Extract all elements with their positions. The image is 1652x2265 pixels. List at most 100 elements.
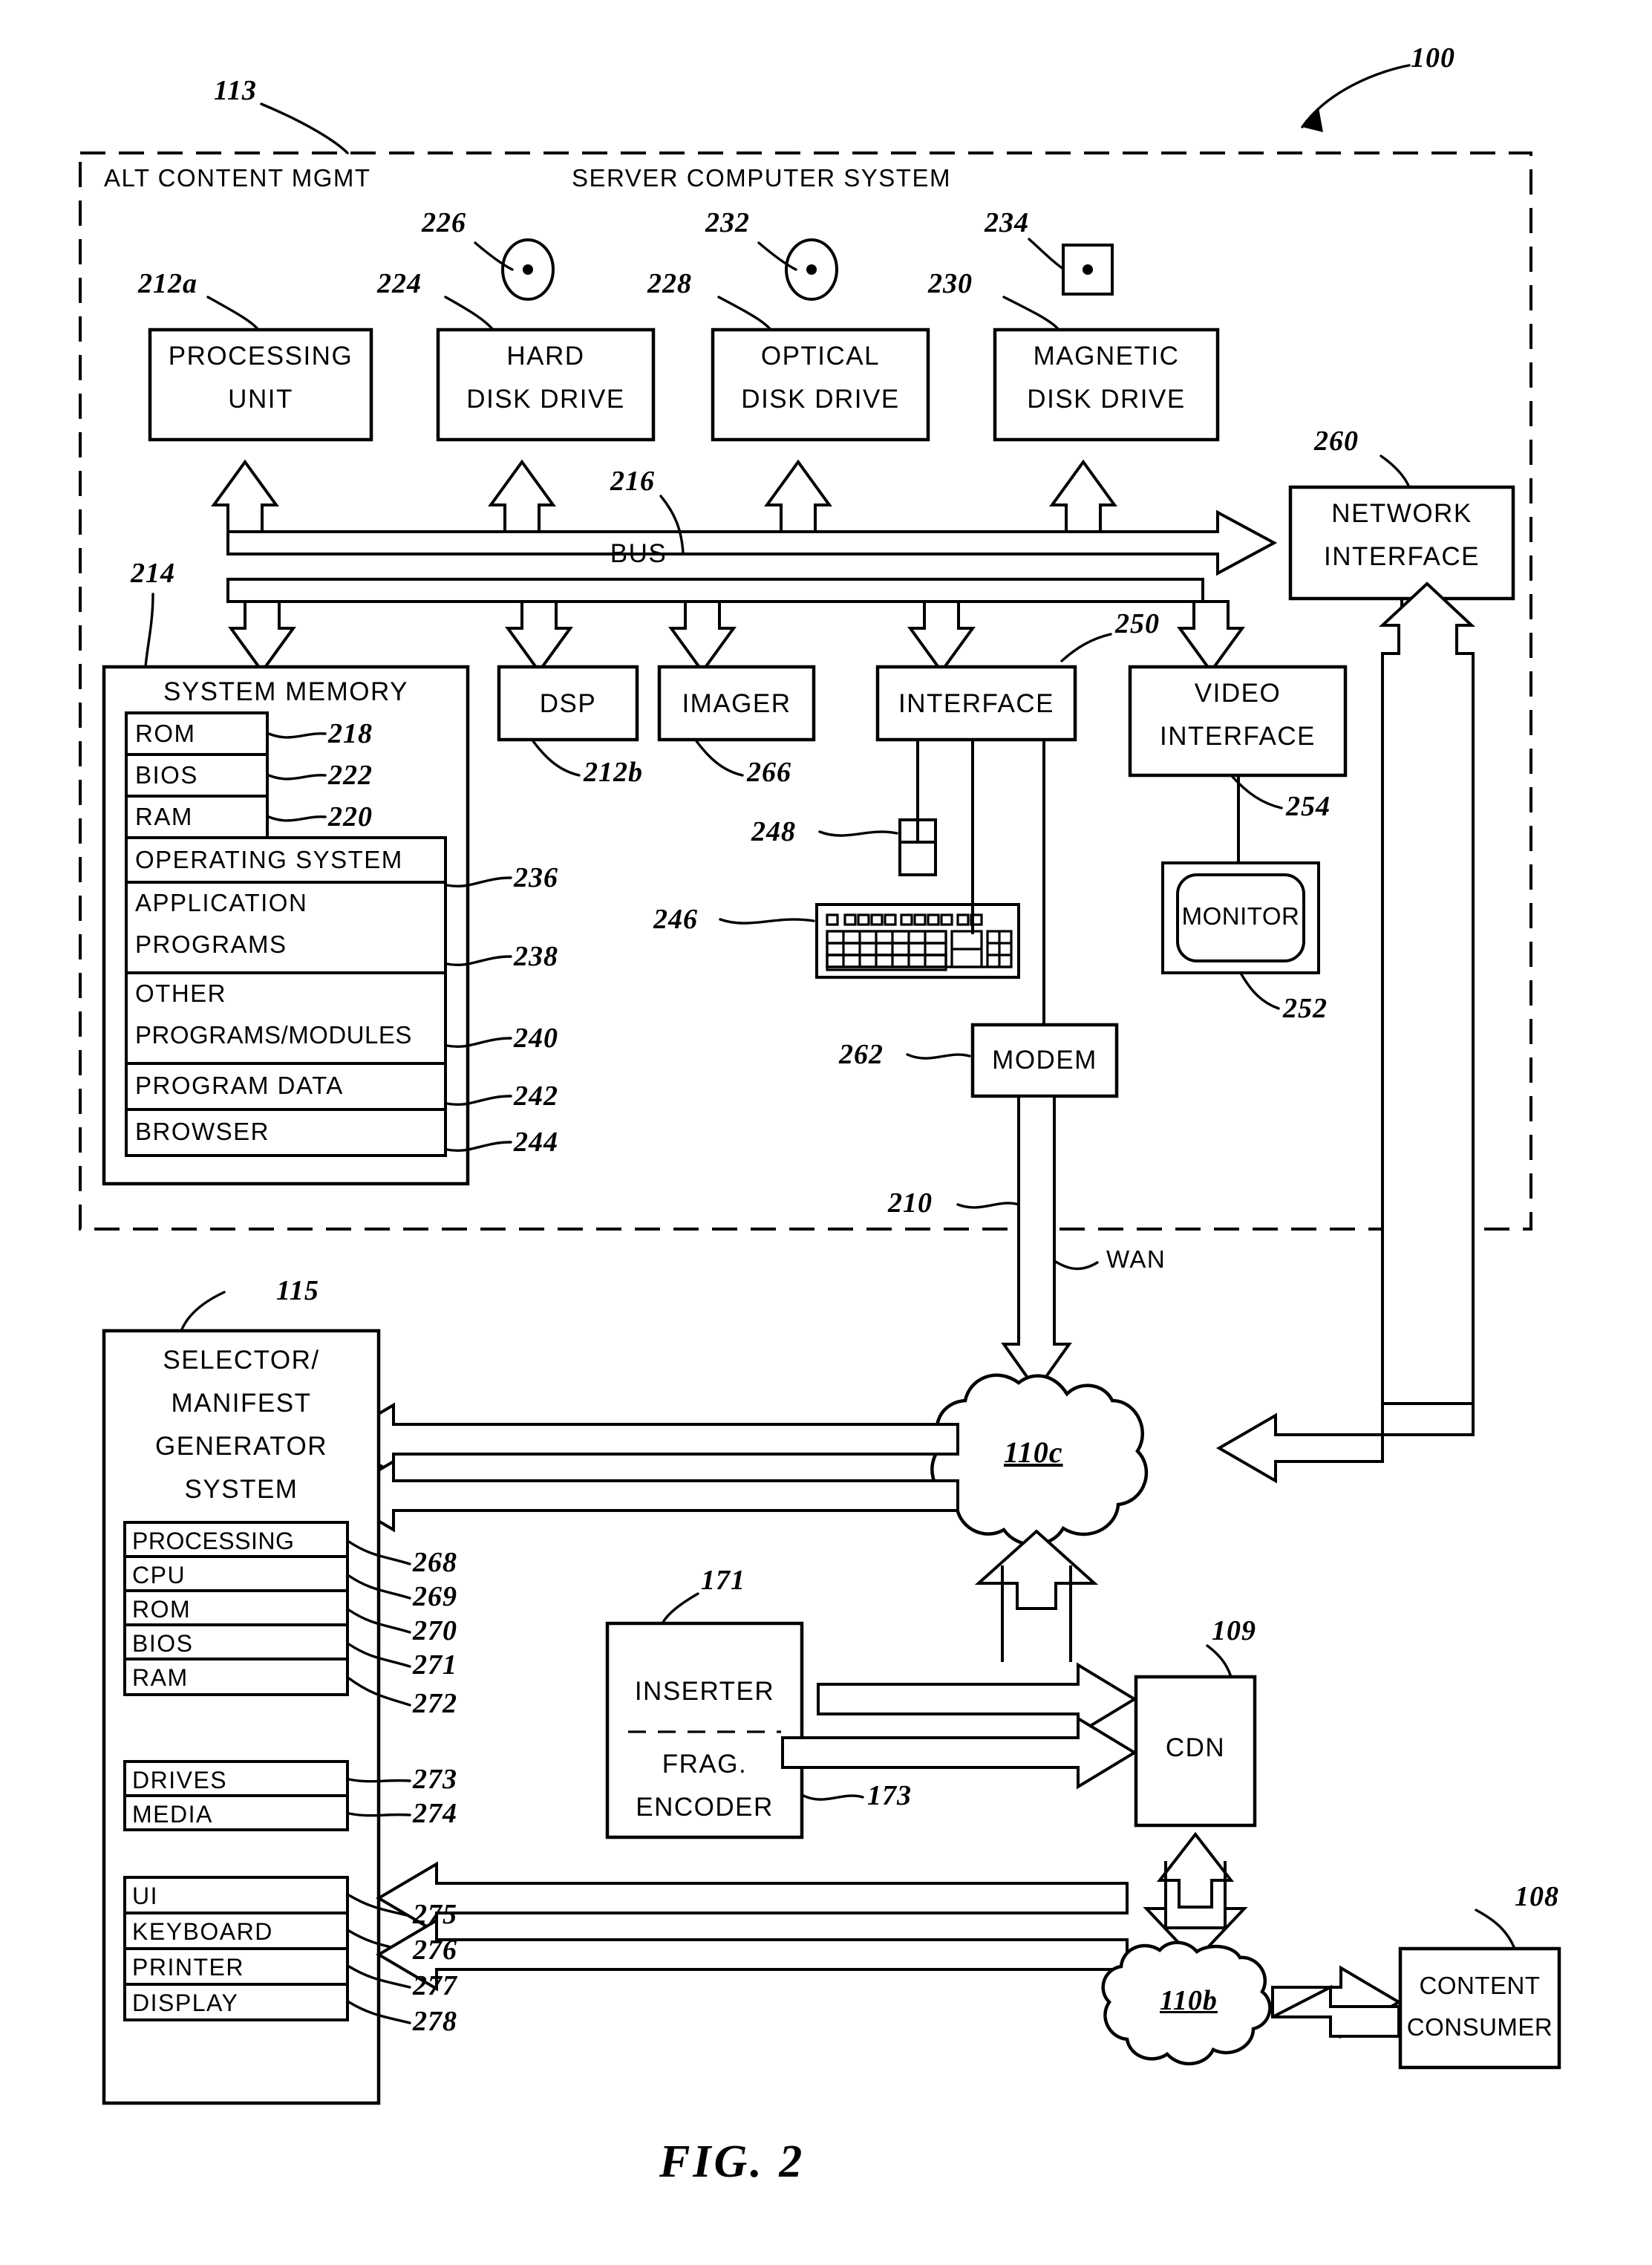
ref-220: 220 xyxy=(328,801,373,832)
cloud-110b-label: 110b xyxy=(1160,1985,1218,2016)
cdn-label: CDN xyxy=(1165,1733,1226,1762)
ref-240: 240 xyxy=(514,1023,558,1054)
ref-260: 260 xyxy=(1314,426,1359,457)
ref-212b: 212b xyxy=(584,757,643,788)
ref-266: 266 xyxy=(747,757,791,788)
ref-276: 276 xyxy=(413,1935,457,1966)
memory-row-bios: BIOS xyxy=(135,761,198,789)
ref-270: 270 xyxy=(413,1615,457,1646)
memory-row-ram: RAM xyxy=(135,803,193,830)
selector-row-media: MEDIA xyxy=(132,1801,213,1828)
ref-228: 228 xyxy=(647,268,692,299)
ref-222: 222 xyxy=(328,760,373,791)
memory-row-operating-system: OPERATING SYSTEM xyxy=(135,846,403,873)
memory-row-program-data: PROGRAM DATA xyxy=(135,1072,344,1099)
memory-row-browser: BROWSER xyxy=(135,1118,270,1145)
ref-272: 272 xyxy=(413,1688,457,1719)
selector-row-ram: RAM xyxy=(132,1664,189,1691)
video-interface-label-1: VIDEO xyxy=(1194,679,1282,708)
frag-encoder-label-1: FRAG. xyxy=(662,1750,748,1779)
selector-row-processing: PROCESSING xyxy=(132,1528,295,1554)
ref-115: 115 xyxy=(276,1275,319,1306)
selector-row-keyboard: KEYBOARD xyxy=(132,1918,273,1945)
ref-262: 262 xyxy=(839,1039,884,1070)
ref-210: 210 xyxy=(888,1187,933,1219)
magnetic-disk-drive-label-1: MAGNETIC xyxy=(1033,342,1180,371)
processing-unit-label-2: UNIT xyxy=(228,385,293,414)
selector-row-drives: DRIVES xyxy=(132,1767,228,1793)
ref-252: 252 xyxy=(1283,993,1328,1024)
hard-disk-drive-label-1: HARD xyxy=(506,342,585,371)
ref-224: 224 xyxy=(377,268,422,299)
ref-269: 269 xyxy=(413,1581,457,1612)
selector-title-2: MANIFEST xyxy=(171,1389,312,1418)
ref-271: 271 xyxy=(413,1649,457,1681)
bus-label: BUS xyxy=(610,539,667,568)
memory-row-other-programs-2: PROGRAMS/MODULES xyxy=(135,1021,412,1049)
ref-268: 268 xyxy=(413,1547,457,1578)
video-interface-label-2: INTERFACE xyxy=(1160,722,1316,751)
optical-disk-drive-label-2: DISK DRIVE xyxy=(741,385,900,414)
hard-disk-drive-label-2: DISK DRIVE xyxy=(466,385,625,414)
ref-242: 242 xyxy=(514,1081,558,1112)
processing-unit-label-1: PROCESSING xyxy=(168,342,353,371)
keyboard-icon xyxy=(815,903,1020,979)
ref-230: 230 xyxy=(928,268,973,299)
selector-row-display: DISPLAY xyxy=(132,1989,239,2016)
selector-title-1: SELECTOR/ xyxy=(163,1346,320,1375)
ref-248: 248 xyxy=(751,816,796,847)
ref-226: 226 xyxy=(422,207,466,238)
inserter-label: INSERTER xyxy=(634,1677,775,1706)
wan-label: WAN xyxy=(1106,1245,1166,1273)
memory-row-application-programs-1: APPLICATION xyxy=(135,889,308,916)
memory-row-other-programs-1: OTHER xyxy=(135,980,226,1007)
ref-218: 218 xyxy=(328,718,373,749)
bus-structure xyxy=(211,459,1278,676)
ref-277: 277 xyxy=(413,1970,457,2001)
memory-row-rom: ROM xyxy=(135,720,196,747)
system-memory-title: SYSTEM MEMORY xyxy=(163,677,408,706)
selector-title-4: SYSTEM xyxy=(184,1475,298,1504)
ref-250: 250 xyxy=(1115,608,1160,639)
ref-214: 214 xyxy=(131,558,175,589)
ref-234: 234 xyxy=(985,207,1029,238)
magnetic-disk-drive-label-2: DISK DRIVE xyxy=(1027,385,1186,414)
monitor-label: MONITOR xyxy=(1181,902,1300,930)
ref-273: 273 xyxy=(413,1764,457,1795)
ref-216: 216 xyxy=(610,466,655,497)
interface-label: INTERFACE xyxy=(898,689,1054,718)
ref-254: 254 xyxy=(1286,791,1331,822)
cloud-110c-label: 110c xyxy=(1004,1435,1063,1469)
selector-title-3: GENERATOR xyxy=(155,1432,327,1461)
ref-109: 109 xyxy=(1212,1615,1256,1646)
ref-100: 100 xyxy=(1411,42,1455,74)
selector-row-rom: ROM xyxy=(132,1596,192,1623)
alt-content-mgmt-title: ALT CONTENT MGMT xyxy=(104,164,371,192)
ref-246: 246 xyxy=(653,904,698,935)
selector-row-ui: UI xyxy=(132,1883,158,1909)
optical-disk-drive-label-1: OPTICAL xyxy=(760,342,881,371)
ref-275: 275 xyxy=(413,1899,457,1930)
patent-figure-page: .bx { fill:#fff; stroke:#000; stroke-wid… xyxy=(0,0,1652,2265)
ref-171: 171 xyxy=(701,1565,745,1596)
ref-113: 113 xyxy=(214,75,257,106)
network-interface-label-2: INTERFACE xyxy=(1324,542,1480,571)
selector-row-cpu: CPU xyxy=(132,1562,186,1588)
content-consumer-label-2: CONSUMER xyxy=(1406,2013,1553,2041)
selector-row-bios: BIOS xyxy=(132,1630,194,1657)
imager-label: IMAGER xyxy=(682,689,791,718)
dsp-label: DSP xyxy=(539,689,597,718)
ref-108: 108 xyxy=(1515,1881,1559,1912)
ref-274: 274 xyxy=(413,1798,457,1829)
figure-caption: FIG. 2 xyxy=(659,2137,806,2187)
ref-238: 238 xyxy=(514,941,558,972)
modem-label: MODEM xyxy=(992,1046,1097,1075)
server-computer-system-title: SERVER COMPUTER SYSTEM xyxy=(572,164,951,192)
ref-212a: 212a xyxy=(138,268,197,299)
frag-encoder-label-2: ENCODER xyxy=(636,1793,774,1822)
content-consumer-label-1: CONTENT xyxy=(1419,1972,1541,1999)
mouse-icon xyxy=(898,818,937,876)
ref-244: 244 xyxy=(514,1127,558,1158)
memory-row-application-programs-2: PROGRAMS xyxy=(135,931,287,958)
ref-278: 278 xyxy=(413,2006,457,2037)
